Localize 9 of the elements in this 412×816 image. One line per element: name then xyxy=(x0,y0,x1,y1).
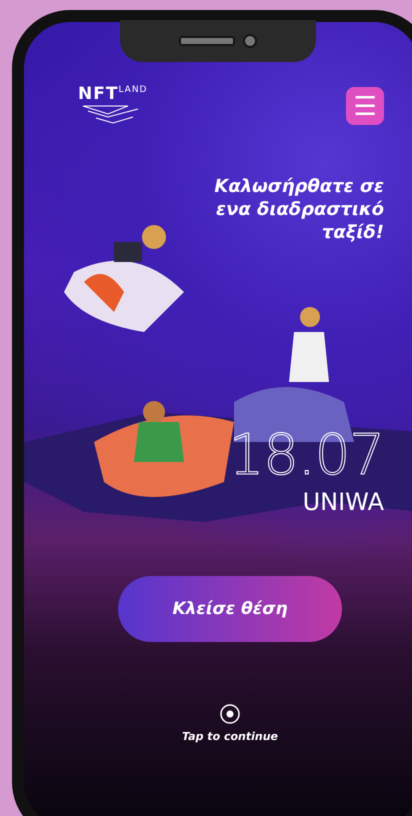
event-date: 18.07 xyxy=(228,428,384,484)
menu-button[interactable]: ☰ xyxy=(346,87,384,125)
event-venue: UNIWA xyxy=(302,490,384,514)
camera-lens xyxy=(243,34,257,48)
speaker-grille xyxy=(179,36,235,46)
tap-hint[interactable]: Tap to continue xyxy=(182,730,278,744)
tap-target-icon xyxy=(220,704,240,724)
book-seat-button[interactable]: Κλείσε θέση xyxy=(118,576,342,642)
welcome-headline: Καλωσήρθατε σε ενα διαδραστικό ταξίδ! xyxy=(213,175,384,244)
